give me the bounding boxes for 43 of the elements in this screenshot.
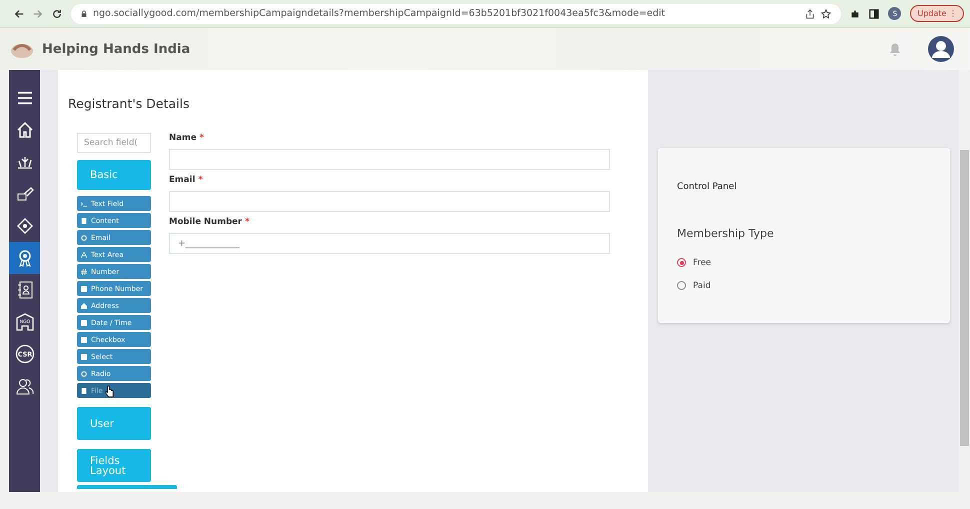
field-label: Email * [169,175,204,185]
user-avatar-icon[interactable] [928,36,954,62]
home-icon [81,302,87,308]
org-name: Helping Hands India [42,42,190,56]
group-button[interactable]: Fields Layout [77,449,151,482]
input-field[interactable] [169,149,610,170]
radio-button[interactable] [677,281,686,290]
radio-icon [81,370,87,376]
diamond-icon [16,217,34,235]
url-text: ngo.sociallygood.com/membershipCampaigndetails?membershipCampaignId=63b5201bf3021f0043ea5fc3&mode=edit [93,8,666,19]
sidebar-item[interactable] [9,242,40,274]
back-icon[interactable] [14,8,24,18]
document-icon [81,218,87,224]
menu-icon [16,91,32,105]
radio-button[interactable] [677,258,686,267]
section-title: Membership Type [677,227,775,240]
group-button[interactable]: Basic [77,160,151,190]
share-icon[interactable] [805,8,816,18]
sidepanel-icon[interactable] [869,8,880,18]
radio-label: Free [693,258,712,268]
home-icon [16,121,34,139]
panel-title: Control Panel [677,181,738,192]
field-label: Name * [169,133,205,143]
hand-cursor-icon [105,385,114,398]
address-bar[interactable]: ngo.sociallygood.com/membershipCampaigndetails?membershipCampaignId=63b5201bf3021f0043ea5fc3&mode=edit [71,4,842,24]
hash-icon [81,268,87,274]
users-icon [16,377,34,395]
input-field[interactable] [169,191,610,212]
field-label: Mobile Number * [169,217,250,227]
pen-card-icon [16,185,34,203]
letter-icon [81,252,87,258]
group-button[interactable]: User [77,407,151,440]
search-field[interactable]: Search field( [77,133,151,153]
file-icon [81,388,87,394]
contact-book-icon [16,281,34,299]
reload-icon[interactable] [52,8,62,18]
star-icon[interactable] [821,8,832,18]
radio-label: Paid [693,280,711,290]
lock-icon [81,10,87,18]
update-button[interactable]: Update ⋮ [910,5,964,22]
input-field[interactable]: +____________ [169,233,610,254]
form-title: Registrant's Details [68,96,191,111]
prompt-icon [81,200,87,206]
